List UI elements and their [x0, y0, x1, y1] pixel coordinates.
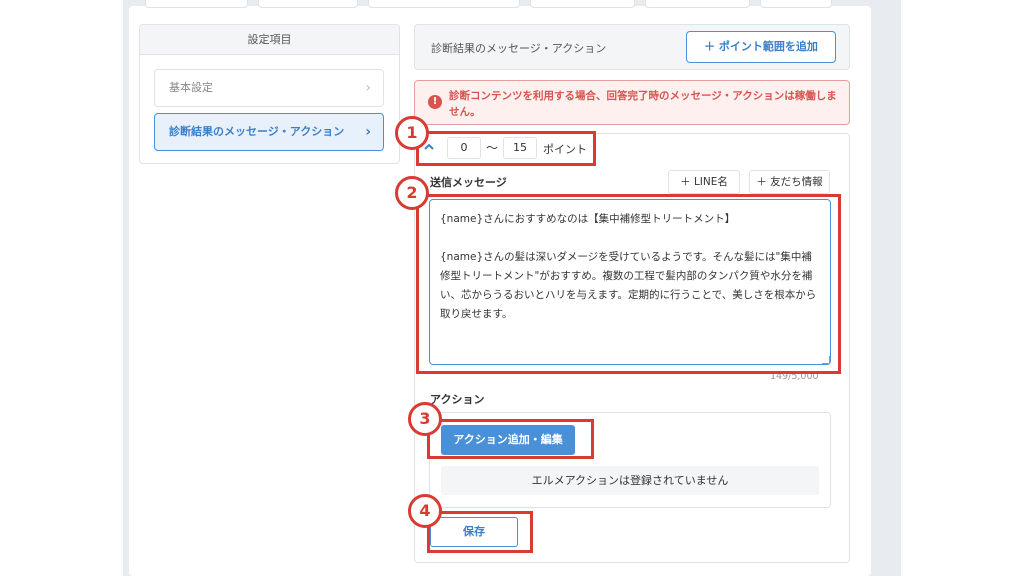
top-tab[interactable]: [368, 0, 520, 8]
message-textarea[interactable]: {name}さんにおすすめなのは【集中補修型トリートメント】 {name}さんの…: [429, 199, 831, 365]
top-tab[interactable]: [645, 0, 750, 8]
alert-icon: !: [428, 95, 442, 109]
insert-line-name-button[interactable]: ＋ LINE名: [668, 170, 740, 194]
action-label: アクション: [430, 393, 485, 406]
top-tab[interactable]: [530, 0, 635, 8]
annotation-badge-2: 2: [395, 176, 429, 210]
warning-alert: ! 診断コンテンツを利用する場合、回答完了時のメッセージ・アクションは稼働しませ…: [414, 80, 850, 125]
top-tab[interactable]: [760, 0, 832, 8]
chevron-right-icon: ›: [365, 80, 371, 96]
character-count: 149/5,000: [770, 371, 819, 382]
sidebar-header: 設定項目: [140, 25, 399, 55]
range-unit-label: ポイント: [543, 143, 587, 156]
message-label: 送信メッセージ: [430, 176, 507, 189]
sidebar-item-label: 診断結果のメッセージ・アクション: [169, 125, 345, 138]
range-max-input[interactable]: 15: [503, 137, 537, 159]
sidebar-item-label: 基本設定: [169, 81, 213, 94]
no-action-message: エルメアクションは登録されていません: [441, 466, 819, 495]
chevron-right-icon: ›: [365, 124, 371, 140]
resize-handle-icon[interactable]: [822, 356, 830, 364]
top-tab[interactable]: [258, 0, 358, 8]
page-title: 診断結果のメッセージ・アクション: [431, 42, 607, 55]
sidebar-item-message-action[interactable]: 診断結果のメッセージ・アクション ›: [154, 113, 384, 151]
save-button[interactable]: 保存: [430, 517, 518, 547]
annotation-badge-3: 3: [408, 402, 442, 436]
alert-text: 診断コンテンツを利用する場合、回答完了時のメッセージ・アクションは稼働しません。: [449, 90, 837, 118]
main-header: 診断結果のメッセージ・アクション ＋ ポイント範囲を追加: [414, 24, 850, 70]
insert-friend-info-button[interactable]: ＋ 友だち情報: [749, 170, 830, 194]
add-point-range-button[interactable]: ＋ ポイント範囲を追加: [686, 31, 836, 63]
range-min-input[interactable]: 0: [447, 137, 481, 159]
sidebar-item-basic-settings[interactable]: 基本設定 ›: [154, 69, 384, 107]
annotation-badge-1: 1: [395, 116, 429, 150]
annotation-badge-4: 4: [408, 494, 442, 528]
top-tab[interactable]: [145, 0, 248, 8]
add-edit-action-button[interactable]: アクション追加・編集: [441, 425, 575, 455]
range-separator: 〜: [486, 141, 499, 155]
